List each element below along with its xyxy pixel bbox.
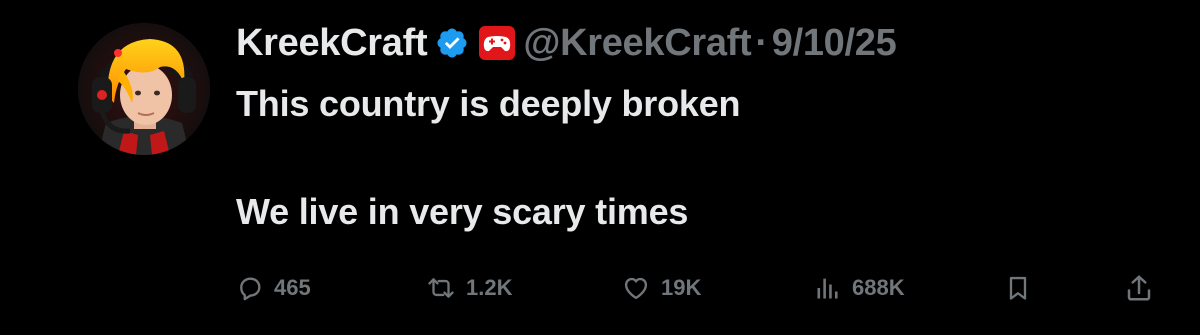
tweet-header: KreekCraft @KreekCraft · 9/10/25 <box>236 18 897 68</box>
reply-button[interactable]: 465 <box>236 268 311 308</box>
views-button[interactable]: 688K <box>814 268 905 308</box>
tweet-date[interactable]: 9/10/25 <box>772 22 897 65</box>
tweet-text-line: We live in very scary times <box>236 191 689 232</box>
retweet-icon <box>426 274 456 302</box>
separator-dot: · <box>755 21 768 64</box>
retweet-button[interactable]: 1.2K <box>426 268 512 308</box>
like-count: 19K <box>661 275 702 300</box>
bookmark-button[interactable] <box>1004 268 1032 308</box>
bookmark-icon <box>1004 273 1032 303</box>
user-avatar-icon <box>78 23 210 155</box>
share-icon <box>1124 273 1154 303</box>
user-handle[interactable]: @KreekCraft <box>523 22 751 65</box>
avatar[interactable] <box>78 23 210 155</box>
like-button[interactable]: 19K <box>621 268 701 308</box>
views-icon <box>814 274 842 302</box>
display-name[interactable]: KreekCraft <box>236 22 428 65</box>
tweet: KreekCraft @KreekCraft · 9/10/25 This co… <box>0 0 1200 335</box>
tweet-text-line: This country is deeply broken <box>236 83 741 124</box>
views-count: 688K <box>852 275 905 300</box>
reply-count: 465 <box>274 275 311 300</box>
retweet-count: 1.2K <box>466 275 513 300</box>
tweet-text: This country is deeply broken We live in… <box>236 82 1136 234</box>
reply-icon <box>236 274 264 302</box>
share-button[interactable] <box>1124 268 1154 308</box>
gamepad-icon[interactable] <box>479 26 516 60</box>
verified-badge-icon <box>435 26 469 60</box>
tweet-actions: 465 1.2K 19K 688K <box>236 268 1166 308</box>
heart-icon <box>621 274 651 302</box>
